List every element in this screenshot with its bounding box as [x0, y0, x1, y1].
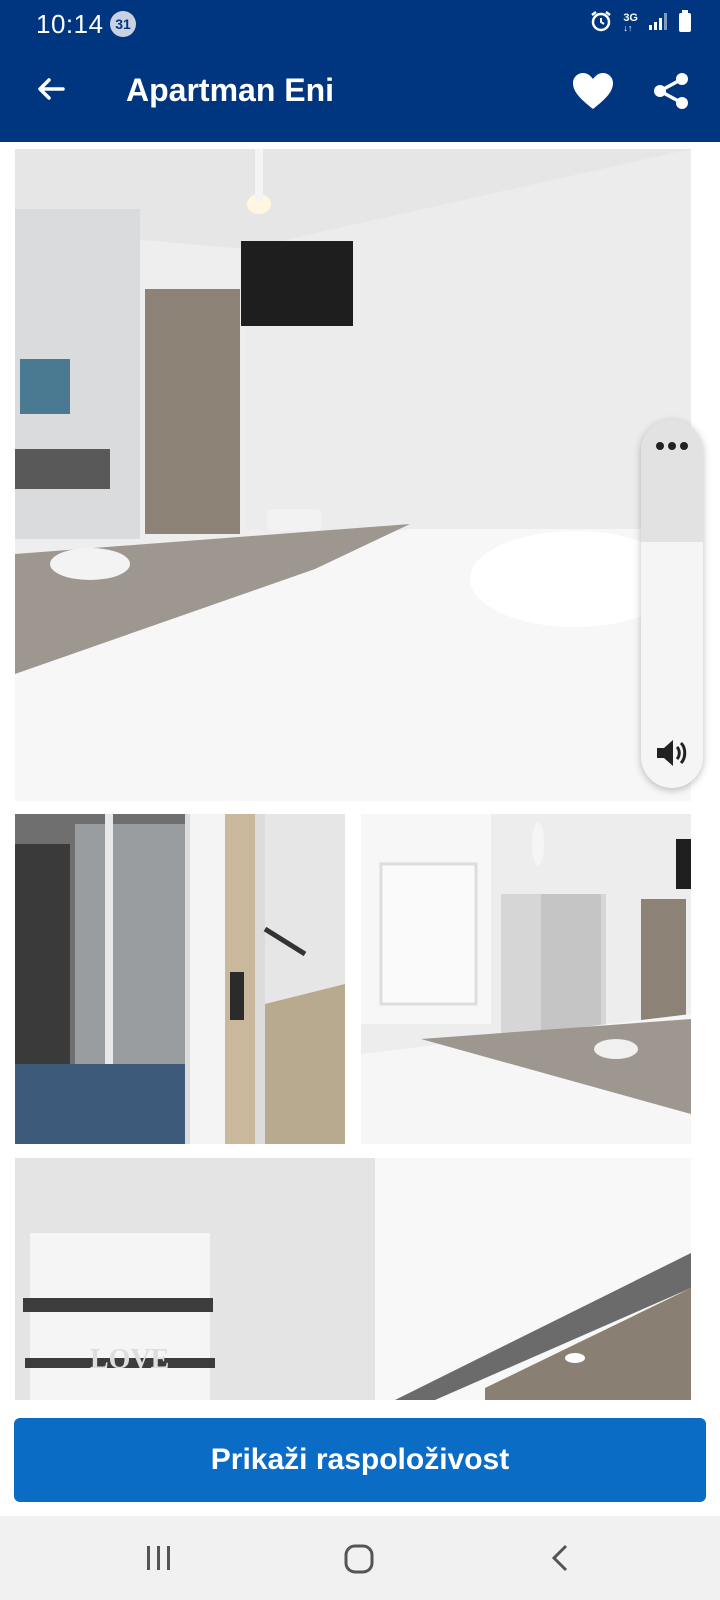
status-bar: 10:14 31 3G ↓↑ — [0, 0, 720, 44]
back-button[interactable] — [28, 68, 74, 114]
signal-icon — [648, 11, 668, 36]
photo-elevator-hallway[interactable] — [15, 814, 345, 1144]
volume-panel[interactable] — [641, 420, 703, 788]
app-bar: Apartman Eni — [0, 44, 720, 142]
heart-icon — [571, 71, 615, 116]
recents-icon[interactable] — [144, 1544, 174, 1577]
status-icons: 3G ↓↑ — [589, 9, 692, 38]
alarm-icon — [589, 9, 613, 38]
photo-gallery: LOVE — [0, 142, 720, 1400]
photo-kitchen[interactable]: LOVE — [15, 1158, 691, 1400]
share-icon — [651, 71, 691, 116]
show-availability-button[interactable]: Prikaži raspoloživost — [14, 1418, 706, 1502]
svg-text:LOVE: LOVE — [90, 1344, 169, 1375]
speaker-icon[interactable] — [655, 738, 689, 773]
notification-badge: 31 — [110, 11, 136, 37]
photo-bedroom-window-wardrobe[interactable] — [361, 814, 691, 1144]
home-icon[interactable] — [343, 1544, 375, 1579]
battery-icon — [678, 9, 692, 38]
share-button[interactable] — [646, 68, 696, 118]
page-title: Apartman Eni — [126, 72, 335, 108]
show-availability-label: Prikaži raspoloživost — [210, 1443, 510, 1476]
more-options-icon[interactable] — [641, 438, 703, 456]
back-arrow-icon — [35, 73, 67, 110]
back-chevron-icon[interactable] — [548, 1542, 572, 1579]
status-time: 10:14 — [36, 9, 104, 39]
system-nav-bar — [0, 1516, 720, 1600]
photo-bedroom-main[interactable] — [15, 149, 691, 801]
network-3g-icon: 3G ↓↑ — [623, 12, 638, 34]
favorite-button[interactable] — [568, 68, 618, 118]
